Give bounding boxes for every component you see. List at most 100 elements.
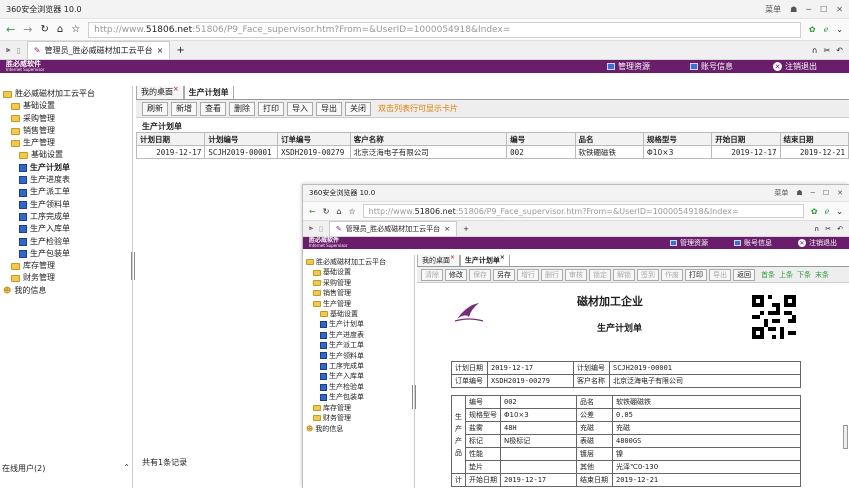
screenshot-icon[interactable]: ✂ bbox=[824, 46, 831, 55]
tree-prod-pack[interactable]: 生产包装单 bbox=[306, 392, 411, 402]
tree-my-info[interactable]: ☻ 我的信息 bbox=[3, 285, 129, 297]
tree-prod-material[interactable]: 生产领料单 bbox=[3, 199, 129, 211]
favorite-star-icon[interactable]: ☆ bbox=[348, 207, 355, 216]
save-as-button[interactable]: 另存 bbox=[493, 268, 515, 281]
tree-purchase[interactable]: 采购管理 bbox=[3, 113, 129, 125]
back-icon[interactable]: ← bbox=[309, 207, 316, 216]
value-tolerance[interactable]: 0.05 bbox=[612, 408, 801, 422]
export-button[interactable]: 导出 bbox=[709, 268, 731, 281]
maximize-button[interactable]: ☐ bbox=[820, 5, 827, 14]
headset-icon[interactable]: ∩ bbox=[812, 46, 818, 55]
col-order-no[interactable]: 订单编号 bbox=[277, 132, 351, 146]
tree-prod-plan[interactable]: 生产计划单 bbox=[3, 162, 129, 174]
tree-prod-basic[interactable]: 基础设置 bbox=[3, 149, 129, 161]
back-icon[interactable]: ← bbox=[6, 23, 15, 36]
value-plan-date[interactable]: 2019-12-17 bbox=[487, 361, 574, 375]
tab-production-plan[interactable]: 生产计划单× bbox=[459, 255, 510, 266]
right-scrollbar[interactable] bbox=[843, 425, 848, 449]
import-button[interactable]: 导入 bbox=[287, 101, 313, 116]
tree-basic-settings[interactable]: 基础设置 bbox=[306, 267, 411, 277]
value-name[interactable]: 软铁硼磁铁 bbox=[612, 395, 801, 409]
home-icon[interactable]: ⌂ bbox=[57, 24, 63, 35]
value-gasket[interactable] bbox=[500, 460, 577, 474]
tree-prod-basic[interactable]: 基础设置 bbox=[306, 309, 411, 319]
delete-row-button[interactable]: 删行 bbox=[541, 268, 563, 281]
dropdown-icon[interactable]: ⌄ bbox=[836, 207, 843, 216]
splitter-handle[interactable] bbox=[412, 385, 416, 409]
nav-prev-link[interactable]: 上条 bbox=[779, 270, 793, 280]
tree-finance[interactable]: 财务管理 bbox=[3, 272, 129, 284]
tree-inventory[interactable]: 库存管理 bbox=[306, 403, 411, 413]
tab-close-icon[interactable]: × bbox=[450, 255, 455, 261]
sidebar-toggle-icon[interactable]: ⫸ bbox=[309, 224, 313, 233]
view-button[interactable]: 查看 bbox=[200, 101, 226, 116]
minimize-button[interactable]: ─ bbox=[811, 189, 815, 197]
favorite-star-icon[interactable]: ☆ bbox=[71, 24, 80, 35]
tree-production[interactable]: 生产管理 bbox=[306, 299, 411, 309]
skin-icon[interactable]: ☗ bbox=[790, 5, 797, 14]
tree-sales[interactable]: 销售管理 bbox=[306, 288, 411, 298]
sign-in-button[interactable]: 签到 bbox=[637, 268, 659, 281]
reload-icon[interactable]: ↻ bbox=[40, 24, 48, 35]
tree-root[interactable]: 胜必威磁材加工云平台 bbox=[3, 88, 129, 100]
undo-icon[interactable]: ↶ bbox=[837, 225, 843, 233]
new-tab-button[interactable]: + bbox=[176, 45, 184, 56]
tree-prod-process[interactable]: 工序完成单 bbox=[3, 211, 129, 223]
tree-prod-process[interactable]: 工序完成单 bbox=[306, 361, 411, 371]
tree-prod-progress[interactable]: 生产进度表 bbox=[3, 174, 129, 186]
menu-button[interactable]: 菜单 bbox=[765, 4, 781, 15]
tree-my-info[interactable]: ☻ 我的信息 bbox=[306, 424, 411, 434]
sidebar-toggle-icon[interactable]: ⫸ bbox=[6, 45, 11, 55]
tree-production[interactable]: 生产管理 bbox=[3, 137, 129, 149]
tree-purchase[interactable]: 采购管理 bbox=[306, 278, 411, 288]
address-bar[interactable]: http://www. 51806.net:51806/P9_Face_super… bbox=[362, 204, 804, 218]
tree-prod-plan[interactable]: 生产计划单 bbox=[306, 319, 411, 329]
print-button[interactable]: 打印 bbox=[258, 101, 284, 116]
online-users[interactable]: 在线用户(2) ⌃ bbox=[2, 463, 130, 474]
tree-prod-inspect[interactable]: 生产检验单 bbox=[306, 382, 411, 392]
tree-prod-material[interactable]: 生产领料单 bbox=[306, 351, 411, 361]
col-code[interactable]: 编号 bbox=[506, 132, 576, 146]
screenshot-icon[interactable]: ✂ bbox=[825, 225, 831, 233]
nav-next-link[interactable]: 下条 bbox=[797, 270, 811, 280]
tab-close-icon[interactable]: × bbox=[444, 225, 450, 233]
tab-desktop[interactable]: 我的桌面× bbox=[417, 255, 460, 266]
col-start[interactable]: 开始日期 bbox=[711, 132, 781, 146]
menu-account[interactable]: 账号信息 bbox=[734, 238, 772, 248]
tree-inventory[interactable]: 库存管理 bbox=[3, 260, 129, 272]
menu-logout[interactable]: ✕ 注销退出 bbox=[798, 238, 837, 248]
home-icon[interactable]: ⌂ bbox=[336, 207, 341, 216]
tab-close-icon[interactable]: × bbox=[500, 255, 505, 261]
new-tab-button[interactable]: + bbox=[463, 225, 469, 233]
value-code[interactable]: 002 bbox=[500, 395, 577, 409]
ie-icon[interactable]: ℯ bbox=[824, 25, 829, 34]
tree-prod-inspect[interactable]: 生产检验单 bbox=[3, 236, 129, 248]
tab-desktop[interactable]: 我的桌面× bbox=[136, 86, 184, 99]
nav-first-link[interactable]: 首条 bbox=[761, 270, 775, 280]
back-button[interactable]: 返回 bbox=[733, 268, 755, 281]
bookmark-icon[interactable]: ▯ bbox=[319, 225, 323, 233]
menu-resources[interactable]: 管理资源 bbox=[670, 238, 708, 248]
shield-icon[interactable]: ✿ bbox=[811, 207, 818, 216]
value-coating[interactable]: 镍 bbox=[612, 447, 801, 461]
tree-prod-pack[interactable]: 生产包装单 bbox=[3, 248, 129, 260]
bookmark-icon[interactable]: ▯ bbox=[17, 46, 21, 55]
save-button[interactable]: 保存 bbox=[469, 268, 491, 281]
clear-button[interactable]: 清除 bbox=[421, 268, 443, 281]
void-button[interactable]: 作废 bbox=[661, 268, 683, 281]
menu-logout[interactable]: ✕ 注销退出 bbox=[773, 61, 817, 72]
col-product[interactable]: 品名 bbox=[574, 132, 644, 146]
tree-prod-progress[interactable]: 生产进度表 bbox=[306, 330, 411, 340]
value-spec[interactable]: Φ10×3 bbox=[500, 408, 577, 422]
skin-icon[interactable]: ☗ bbox=[796, 189, 802, 197]
tree-prod-instock[interactable]: 生产入库单 bbox=[306, 371, 411, 381]
value-end-date[interactable]: 2019-12-21 bbox=[612, 473, 801, 487]
export-button[interactable]: 导出 bbox=[316, 101, 342, 116]
undo-icon[interactable]: ↶ bbox=[836, 46, 843, 55]
value-magnetize[interactable]: 充磁 bbox=[612, 421, 801, 435]
tree-prod-dispatch[interactable]: 生产派工单 bbox=[3, 186, 129, 198]
nav-last-link[interactable]: 末条 bbox=[815, 270, 829, 280]
value-salt-spray[interactable]: 48H bbox=[500, 421, 577, 435]
forward-icon[interactable]: → bbox=[23, 23, 32, 36]
col-end[interactable]: 结束日期 bbox=[779, 132, 849, 146]
